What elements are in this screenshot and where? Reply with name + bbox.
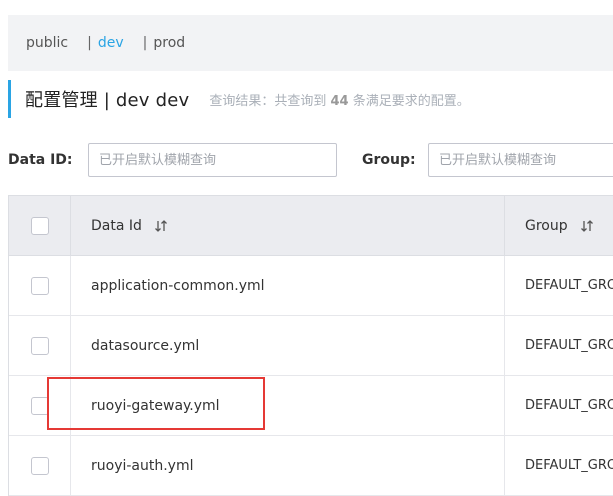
namespace-prod[interactable]: prod	[153, 35, 185, 51]
group-cell: DEFAULT_GROUP	[525, 458, 613, 473]
column-label: Group	[525, 217, 568, 234]
data-id-cell: datasource.yml	[71, 316, 505, 375]
data-id-cell: ruoyi-auth.yml	[71, 436, 505, 495]
group-input[interactable]	[428, 143, 613, 177]
row-checkbox[interactable]	[30, 336, 49, 355]
namespace-separator: |	[87, 35, 92, 51]
table-row[interactable]: ruoyi-auth.yml DEFAULT_GROUP	[9, 436, 613, 496]
column-header-group[interactable]: Group	[505, 196, 613, 255]
column-header-data-id[interactable]: Data Id	[71, 196, 505, 255]
sort-icon[interactable]	[154, 219, 168, 233]
table-row[interactable]: datasource.yml DEFAULT_GROUP	[9, 316, 613, 376]
query-result-summary: 查询结果：共查询到 44 条满足要求的配置。	[209, 90, 469, 109]
data-id-cell: ruoyi-gateway.yml	[71, 376, 505, 435]
search-filters: Data ID: Group:	[8, 143, 613, 179]
page-title: 配置管理 | dev dev	[25, 90, 190, 111]
data-id-input[interactable]	[88, 143, 337, 177]
namespace-separator: |	[142, 35, 148, 51]
sort-icon[interactable]	[580, 219, 594, 233]
table-row[interactable]: application-common.yml DEFAULT_GROUP	[9, 256, 613, 316]
data-id-label: Data ID:	[8, 152, 73, 168]
data-id-cell: application-common.yml	[71, 256, 505, 315]
namespace-public[interactable]: public	[26, 35, 68, 51]
summary-prefix: 查询结果：共查询到	[209, 93, 327, 109]
group-cell: DEFAULT_GROUP	[525, 278, 613, 293]
config-table: Data Id Group application-common.yml DEF…	[8, 195, 613, 496]
column-label: Data Id	[91, 217, 142, 234]
result-count: 44	[330, 93, 349, 109]
summary-suffix: 条满足要求的配置。	[352, 93, 470, 109]
group-cell: DEFAULT_GROUP	[525, 398, 613, 413]
namespace-dev[interactable]: dev	[98, 35, 124, 51]
row-checkbox[interactable]	[30, 456, 49, 475]
page-header: 配置管理 | dev dev 查询结果：共查询到 44 条满足要求的配置。	[8, 80, 613, 118]
select-all-checkbox[interactable]	[30, 216, 49, 235]
row-checkbox[interactable]	[30, 396, 49, 415]
table-row[interactable]: ruoyi-gateway.yml DEFAULT_GROUP	[9, 376, 613, 436]
group-cell: DEFAULT_GROUP	[525, 338, 613, 353]
title-accent-bar	[8, 80, 11, 118]
namespace-bar: public | dev | prod	[8, 15, 613, 71]
group-label: Group:	[362, 152, 416, 168]
row-checkbox[interactable]	[30, 276, 49, 295]
table-header: Data Id Group	[9, 196, 613, 256]
